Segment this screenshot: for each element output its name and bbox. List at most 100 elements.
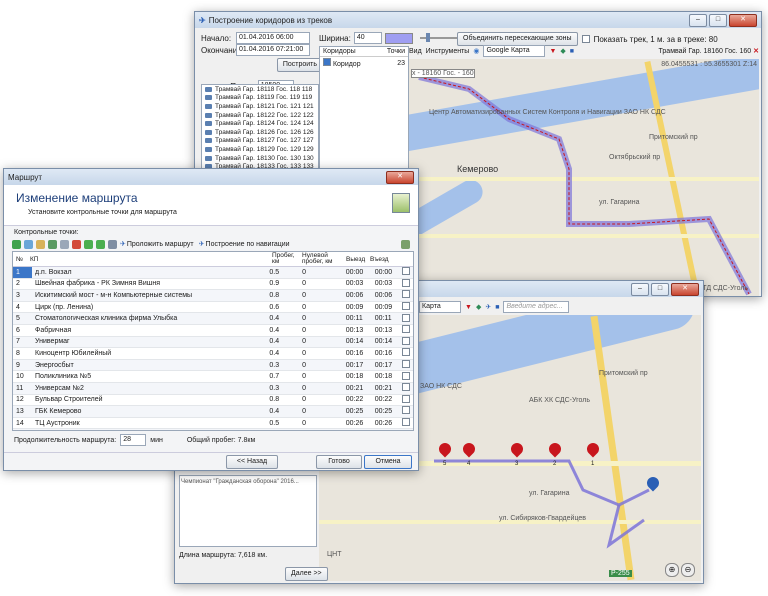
table-row[interactable]: 5 Стоматологическая клиника фирма Улыбка 0… (13, 312, 413, 325)
vehicle-list-item[interactable]: Трамвай Гар. 18124 Гос. 124 124 (202, 119, 318, 128)
lay-route-button[interactable]: Проложить маршрут (127, 241, 194, 248)
table-row[interactable]: 1 д.п. Вокзал 0.5 0 00:00 00:00 (13, 267, 413, 279)
arrival-value: 00:28 (371, 428, 399, 430)
table-row[interactable]: 14 ТЦ Аустроник 0.5 0 00:26 00:26 (13, 417, 413, 430)
checkpoint-name: Фабричная (32, 324, 267, 337)
build-button[interactable]: Построить (276, 58, 323, 72)
arrival-value: 00:18 (371, 370, 399, 383)
view-menu[interactable]: Вид (409, 48, 422, 55)
close-button[interactable]: ✕ (671, 282, 699, 296)
vehicle-list-item[interactable]: Трамвай Гар. 18130 Гос. 130 130 (202, 154, 318, 163)
row-checkbox[interactable] (402, 418, 410, 427)
cancel-button[interactable]: Отмена (364, 455, 412, 469)
done-button[interactable]: Готово (316, 455, 362, 469)
table-row[interactable]: 2 Швейная фабрика - РК Зимняя Вишня 0.9 0 00… (13, 278, 413, 291)
table-row[interactable]: 12 Бульвар Строителей 0.8 0 00:22 00:22 (13, 394, 413, 407)
corridor-item[interactable]: Коридор 23 (320, 57, 408, 69)
maximize-button[interactable]: □ (651, 282, 669, 296)
checkpoints-table: 1 д.п. Вокзал 0.5 0 00:00 00:00 2 Швейная фабри… (13, 267, 413, 430)
nav-build-button[interactable]: Построение по навигации (206, 241, 290, 248)
edit-icon[interactable] (36, 239, 45, 249)
row-checkbox[interactable] (402, 278, 410, 287)
duration-input[interactable]: 28 (120, 434, 147, 446)
duration-row: Продолжительность маршрута: 28 мин Общий… (14, 434, 255, 446)
row-checkbox[interactable] (402, 336, 410, 345)
vehicle-list-item[interactable]: Трамвай Гар. 18119 Гос. 119 119 (202, 94, 318, 103)
vehicle-list-item[interactable]: Трамвай Гар. 18121 Гос. 121 121 (202, 102, 318, 111)
marker-icon[interactable]: ▼ (465, 304, 472, 311)
copy-icon[interactable] (60, 239, 69, 249)
save-icon[interactable]: ■ (570, 48, 574, 55)
run-value: 0.4 (266, 336, 300, 349)
zoom-out-button[interactable]: ⊖ (681, 563, 695, 577)
move-up-icon[interactable] (84, 239, 93, 249)
map-select[interactable]: Карта (419, 301, 461, 313)
tools-menu[interactable]: Инструменты (426, 48, 470, 55)
dialog-title: Маршрут (8, 172, 43, 182)
table-row[interactable]: 11 Универсам №2 0.3 0 00:21 00:21 (13, 382, 413, 395)
row-checkbox[interactable] (402, 371, 410, 380)
table-row[interactable]: 6 Фабричная 0.4 0 00:13 00:13 (13, 324, 413, 337)
color-swatch[interactable] (384, 32, 413, 44)
minimize-button[interactable]: – (689, 13, 707, 27)
back-button[interactable]: << Назад (226, 455, 278, 469)
marker-tool-icon[interactable]: ▼ (549, 48, 556, 55)
dialog-buttons: << Назад Готово Отмена (4, 452, 418, 469)
move-down-icon[interactable] (96, 239, 105, 249)
delete-icon[interactable] (72, 239, 81, 249)
vehicle-list-item[interactable]: Трамвай Гар. 18126 Гос. 126 126 (202, 128, 318, 137)
layers-icon[interactable]: ◆ (476, 303, 481, 311)
table-row[interactable]: 8 Киноцентр Юбилейный 0.4 0 00:16 00:16 (13, 347, 413, 360)
row-checkbox[interactable] (402, 406, 410, 415)
map-source-select[interactable]: Google Карта (483, 45, 546, 57)
route-icon[interactable]: ✈ (485, 303, 491, 311)
add-icon[interactable] (12, 239, 21, 249)
corridor-checkbox[interactable] (323, 58, 331, 66)
zoom-in-button[interactable]: ⊕ (665, 563, 679, 577)
layers-icon[interactable]: ◆ (560, 47, 565, 55)
end-datetime-input[interactable]: 01.04.2016 07:21:00 (236, 44, 310, 56)
vehicle-list-item[interactable]: Трамвай Гар. 18122 Гос. 122 122 (202, 111, 318, 120)
vehicle-list-item[interactable]: Трамвай Гар. 18127 Гос. 127 127 (202, 137, 318, 146)
row-checkbox[interactable] (402, 313, 410, 322)
vehicle-list-item[interactable]: Трамвай Гар. 18118 Гос. 118 118 (202, 85, 318, 94)
back-map[interactable]: Кемерово Центр Автоматизированных Систем… (409, 59, 759, 296)
table-row[interactable]: 3 Искитимский мост - м-н Компьютерные сис… (13, 289, 413, 302)
address-input[interactable]: Введите адрес... (503, 301, 570, 313)
row-checkbox[interactable] (402, 290, 410, 299)
zero-run-value: 0 (299, 301, 343, 314)
vehicle-list-item[interactable]: Трамвай Гар. 18129 Гос. 129 129 (202, 145, 318, 154)
close-vehicle-icon[interactable]: ✕ (753, 48, 759, 55)
table-row[interactable]: 10 Поликлиника №5 0.7 0 00:18 00:18 (13, 370, 413, 383)
merge-zones-button[interactable]: Объединить пересекающие зоны (457, 32, 578, 46)
row-checkbox[interactable] (402, 348, 410, 357)
row-checkbox[interactable] (402, 394, 410, 403)
start-datetime-input[interactable]: 01.04.2016 06:00 (236, 32, 310, 44)
row-checkbox[interactable] (402, 360, 410, 369)
tram-icon (205, 138, 212, 144)
table-row[interactable]: 9 Энергосбыт 0.3 0 00:17 00:17 (13, 359, 413, 372)
zero-run-value: 0 (299, 267, 343, 279)
row-checkbox[interactable] (402, 302, 410, 311)
map-icon[interactable] (48, 239, 57, 249)
maximize-button[interactable]: □ (709, 13, 727, 27)
close-button[interactable]: ✕ (386, 170, 414, 184)
save-icon[interactable]: ■ (495, 304, 499, 311)
add-list-icon[interactable] (24, 239, 33, 249)
row-checkbox[interactable] (402, 383, 410, 392)
table-row[interactable]: 4 Цирк (пр. Ленина) 0.6 0 00:09 00:09 (13, 301, 413, 314)
show-track-checkbox[interactable] (581, 35, 590, 43)
close-button[interactable]: ✕ (729, 13, 757, 27)
table-row[interactable]: 13 ГБК Кемерово 0.4 0 00:25 00:25 (13, 405, 413, 418)
row-checkbox[interactable] (402, 267, 410, 276)
arrival-value: 00:03 (371, 278, 399, 291)
table-row[interactable]: 15ТРК Променад-20000:2800:28 (13, 428, 413, 430)
row-checkbox[interactable] (402, 429, 410, 430)
print-icon[interactable] (108, 239, 117, 249)
width-input[interactable]: 40 (353, 32, 382, 44)
row-checkbox[interactable] (402, 325, 410, 334)
settings-icon[interactable] (401, 239, 410, 249)
table-row[interactable]: 7 Универмаг 0.4 0 00:14 00:14 (13, 336, 413, 349)
minimize-button[interactable]: – (631, 282, 649, 296)
next-button[interactable]: Далее >> (285, 567, 328, 581)
